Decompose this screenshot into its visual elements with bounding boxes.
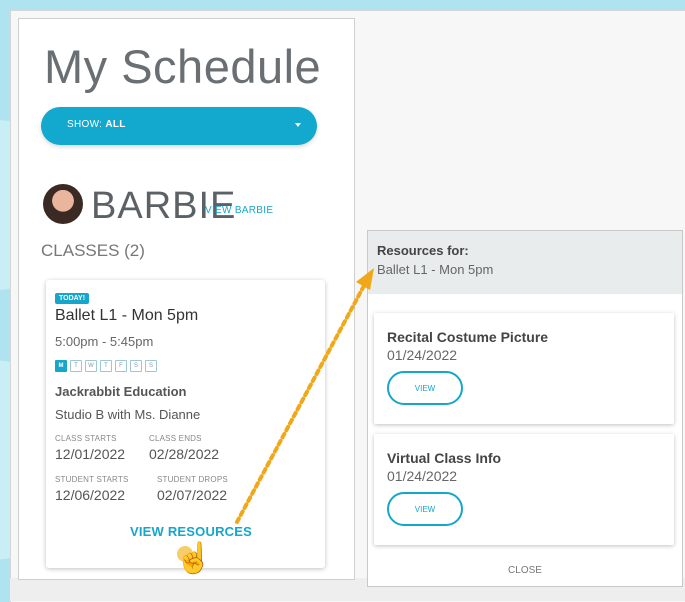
dotted-arrow-annotation <box>235 268 374 524</box>
